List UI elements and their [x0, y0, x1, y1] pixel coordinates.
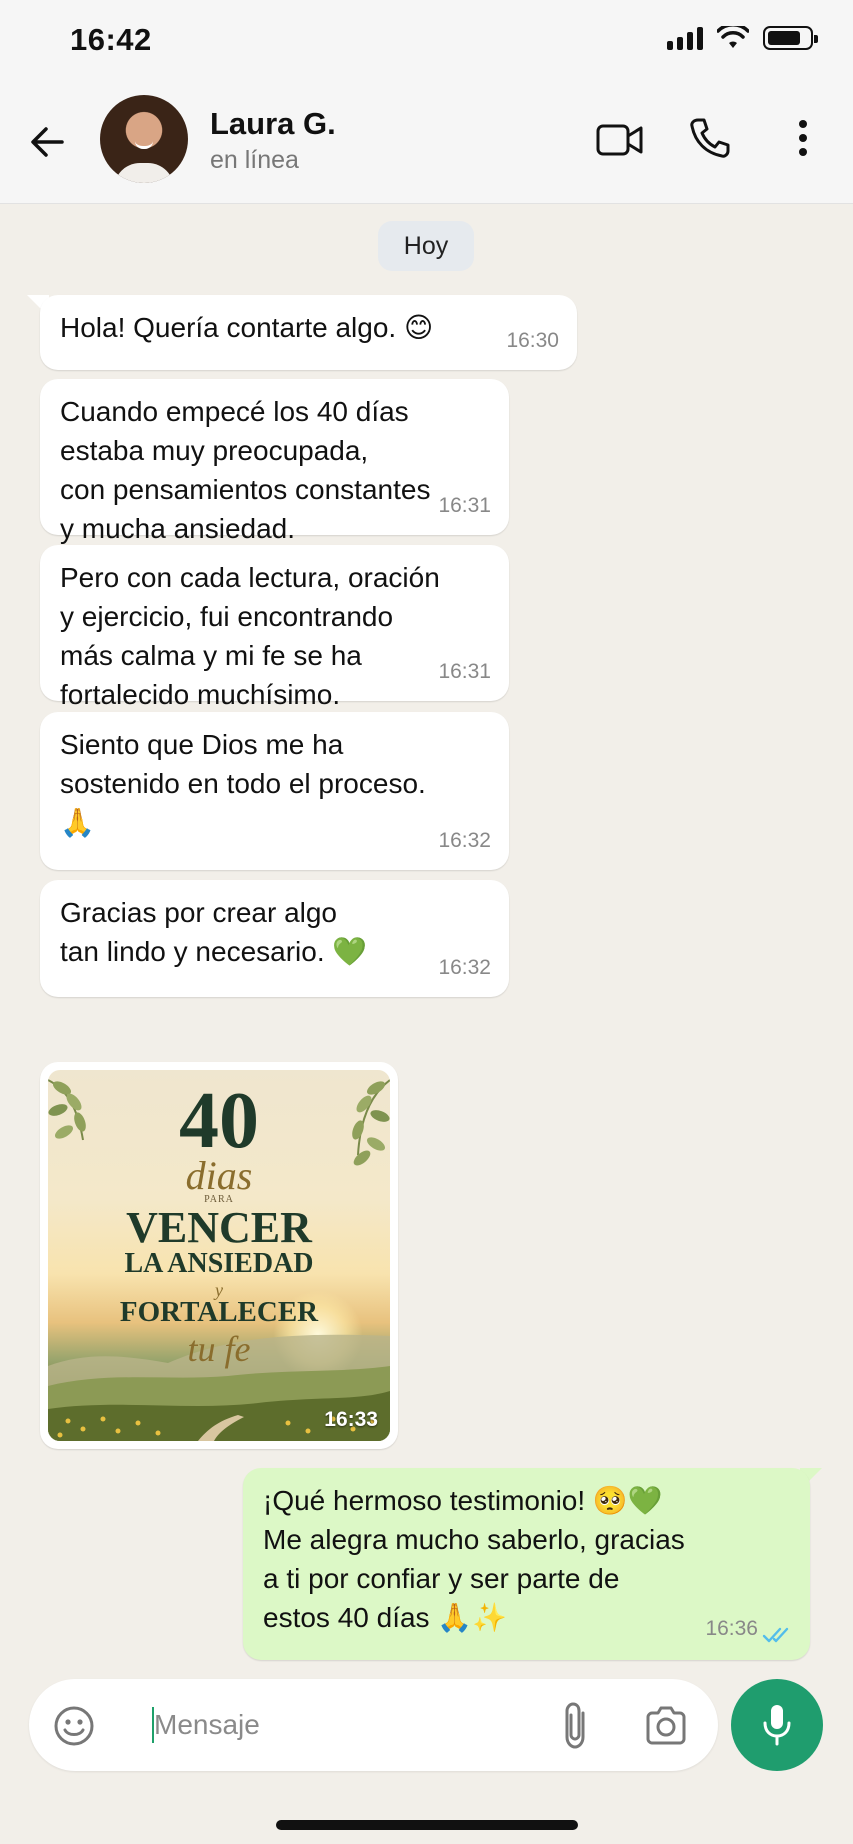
- status-time: 16:42: [70, 22, 152, 57]
- status-bar: 16:42: [0, 0, 853, 80]
- message-text: Gracias por crear algo tan lindo y neces…: [60, 897, 368, 967]
- message-text: Cuando empecé los 40 días estaba muy pre…: [60, 396, 431, 544]
- input-bar: [0, 1675, 853, 1844]
- chat-header: Laura G. en línea: [0, 80, 853, 204]
- video-call-icon[interactable]: [596, 120, 644, 160]
- cover-fortalecer: FORTALECER: [119, 1296, 319, 1328]
- phone-icon[interactable]: [688, 116, 732, 160]
- contact-name[interactable]: Laura G.: [210, 106, 336, 142]
- mic-icon: [763, 1705, 791, 1746]
- back-arrow-icon[interactable]: [26, 120, 70, 164]
- mic-button[interactable]: [731, 1679, 823, 1771]
- message-time: 16:32: [438, 956, 491, 979]
- chat-area[interactable]: Hoy Hola! Quería contarte algo. 😊 16:30 …: [0, 205, 853, 1675]
- message-time: 16:31: [438, 494, 491, 517]
- status-icons: [667, 26, 818, 50]
- more-vert-icon[interactable]: [795, 118, 811, 158]
- wifi-icon: [717, 26, 749, 48]
- message-bubble-in[interactable]: Cuando empecé los 40 días estaba muy pre…: [40, 379, 509, 544]
- message-time: 16:33: [324, 1408, 378, 1431]
- date-chip: Hoy: [378, 221, 474, 271]
- message-time: 16:30: [506, 329, 559, 352]
- book-cover-image[interactable]: 40 dias PARA VENCER LA ANSIEDAD y FORTAL…: [48, 1070, 390, 1441]
- image-message[interactable]: 40 dias PARA VENCER LA ANSIEDAD y FORTAL…: [40, 1062, 398, 1449]
- cover-tu-fe: tu fe: [187, 1329, 251, 1369]
- message-input-container[interactable]: [29, 1679, 718, 1771]
- message-text: Siento que Dios me ha sostenido en todo …: [60, 729, 426, 838]
- message-bubble-out[interactable]: ¡Qué hermoso testimonio! 🥺💚 Me alegra mu…: [243, 1468, 810, 1660]
- cover-vencer: VENCER: [126, 1203, 312, 1252]
- message-bubble-in[interactable]: Siento que Dios me ha sostenido en todo …: [40, 712, 509, 870]
- signal-icon: [667, 26, 703, 50]
- cover-dias: dias: [185, 1153, 253, 1198]
- contact-status: en línea: [210, 146, 299, 174]
- cover-ansiedad: LA ANSIEDAD: [124, 1248, 314, 1279]
- message-text: Hola! Quería contarte algo. 😊: [60, 312, 434, 343]
- message-time: 16:36: [705, 1617, 758, 1640]
- attach-icon[interactable]: [559, 1701, 593, 1751]
- message-time: 16:31: [438, 660, 491, 683]
- home-indicator: [276, 1820, 578, 1830]
- message-bubble-in[interactable]: Hola! Quería contarte algo. 😊 16:30: [40, 295, 577, 370]
- battery-icon: [763, 26, 818, 50]
- double-check-icon: [762, 1627, 789, 1643]
- message-bubble-in[interactable]: Gracias por crear algo tan lindo y neces…: [40, 880, 509, 997]
- avatar[interactable]: [100, 95, 188, 183]
- message-text: Pero con cada lectura, oración y ejercic…: [60, 562, 440, 710]
- message-time: 16:32: [438, 829, 491, 852]
- camera-icon[interactable]: [644, 1705, 688, 1745]
- message-input[interactable]: [154, 1697, 594, 1753]
- emoji-icon[interactable]: [53, 1705, 95, 1747]
- message-bubble-in[interactable]: Pero con cada lectura, oración y ejercic…: [40, 545, 509, 710]
